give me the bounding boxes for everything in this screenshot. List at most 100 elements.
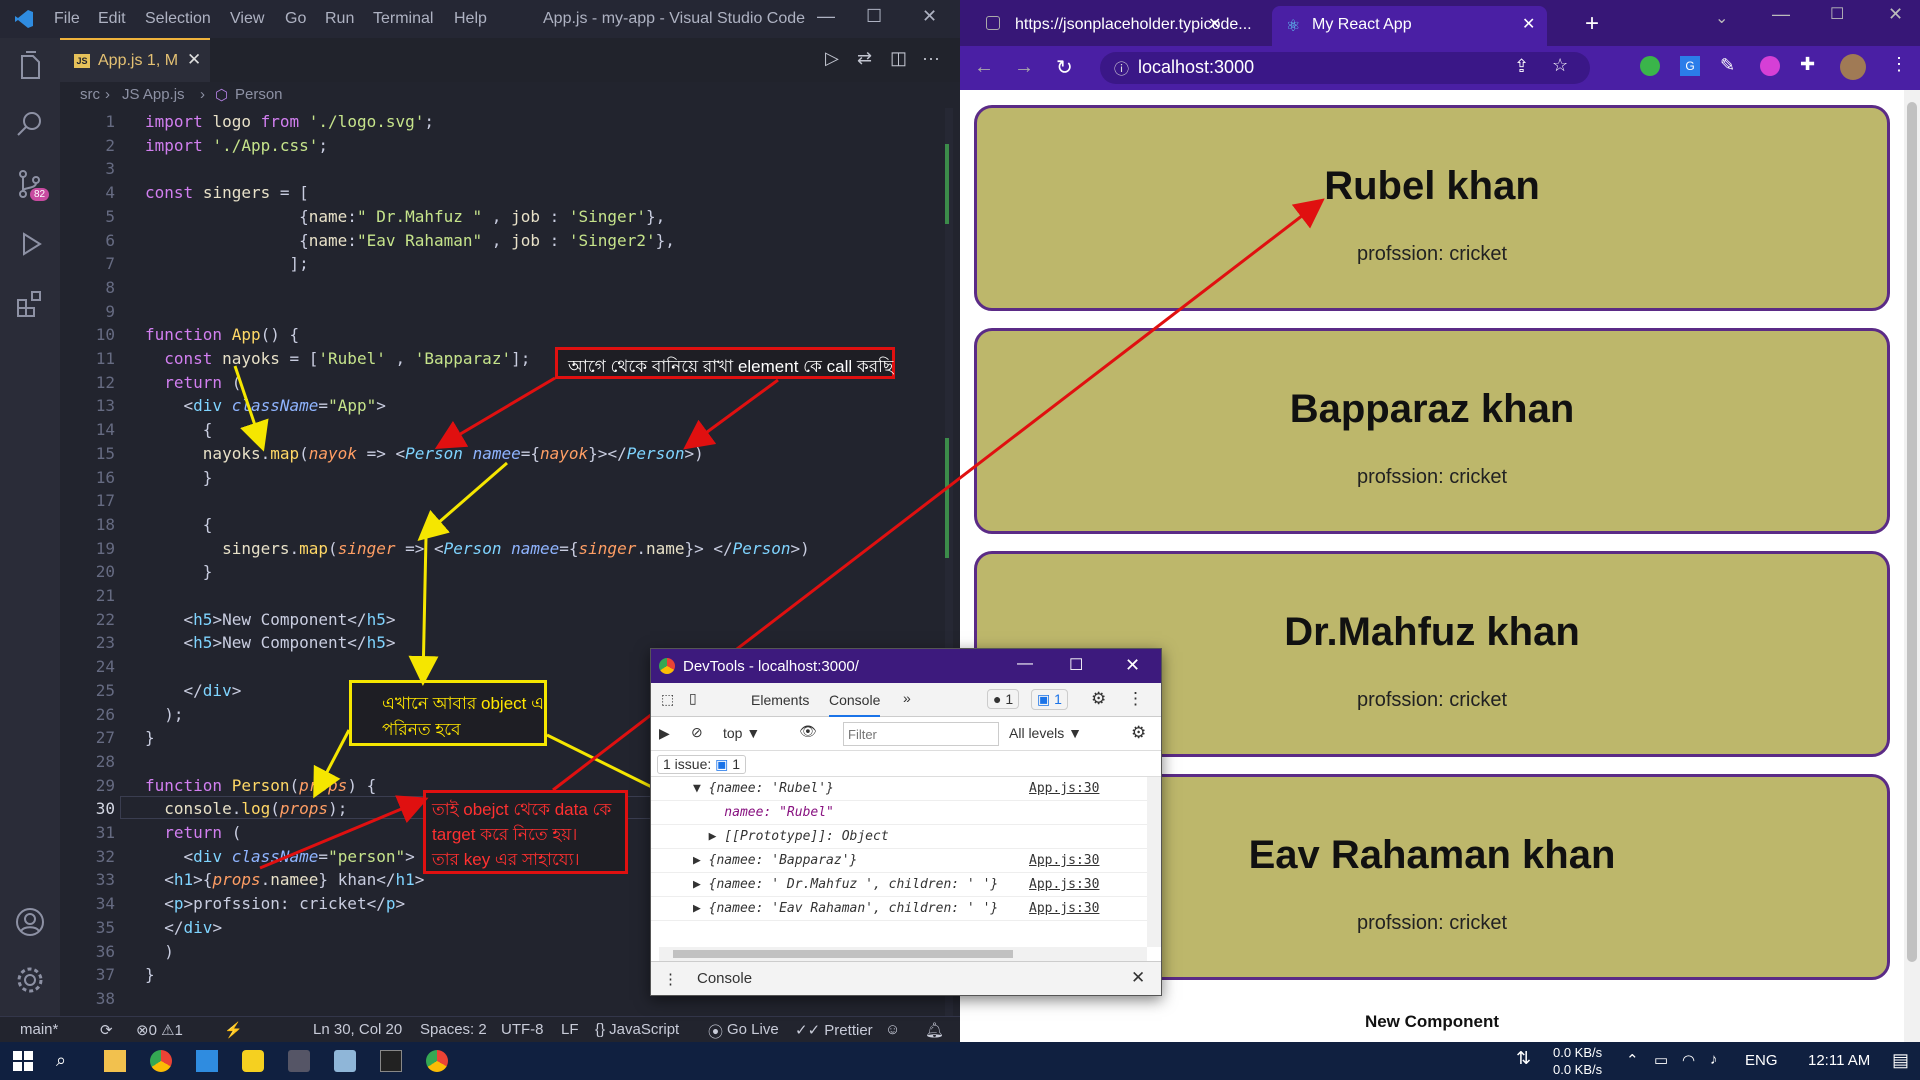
reload-icon[interactable]: ↻ <box>1056 55 1073 80</box>
notification-center-icon[interactable]: ▤ <box>1892 1050 1909 1071</box>
explorer-icon[interactable] <box>14 50 46 82</box>
wifi-icon[interactable]: ◠ <box>1682 1051 1695 1069</box>
translate-extension-icon[interactable]: G <box>1680 56 1700 76</box>
browser-tab-jsonplaceholder[interactable]: https://jsonplaceholder.typicode... ✕ <box>980 6 1252 46</box>
notepad-icon[interactable] <box>334 1050 356 1072</box>
calculator-icon[interactable] <box>288 1050 310 1072</box>
clear-console-icon[interactable]: ⊘ <box>691 724 703 741</box>
drawer-menu-icon[interactable]: ⋮ <box>663 970 678 988</box>
clock[interactable]: 12:11 AM <box>1808 1052 1870 1069</box>
terminal-icon[interactable] <box>380 1050 402 1072</box>
breadcrumb-symbol[interactable]: Person <box>235 86 283 103</box>
menu-go[interactable]: Go <box>285 10 306 28</box>
close-window-icon[interactable]: ✕ <box>1888 4 1903 25</box>
console-log-row[interactable]: ▼ {namee: 'Rubel'} App.js:30 <box>651 777 1147 801</box>
menu-help[interactable]: Help <box>454 10 487 28</box>
console-filter-input[interactable] <box>843 722 999 746</box>
site-info-icon[interactable]: ⓘ <box>1114 58 1129 79</box>
forward-arrow-icon[interactable]: → <box>1014 56 1034 79</box>
sticky-notes-icon[interactable] <box>242 1050 264 1072</box>
tab-elements[interactable]: Elements <box>751 692 809 708</box>
menu-view[interactable]: View <box>230 10 264 28</box>
vscode-taskbar-icon[interactable] <box>196 1050 218 1072</box>
run-file-icon[interactable]: ▷ <box>825 48 839 69</box>
feedback-icon[interactable]: ☺ <box>885 1021 900 1038</box>
notifications-bell-icon[interactable]: 🔔︎ <box>925 1021 944 1039</box>
browser-tab-my-react-app[interactable]: ⚛ My React App ✕ <box>1272 6 1547 46</box>
log-levels-select[interactable]: All levels ▼ <box>1009 725 1082 741</box>
volume-icon[interactable]: ♪ <box>1710 1051 1718 1068</box>
menu-terminal[interactable]: Terminal <box>373 10 433 28</box>
maximize-icon[interactable]: ☐ <box>866 6 882 27</box>
drawer-console-tab[interactable]: Console <box>697 970 752 987</box>
extension-color-icon[interactable] <box>1640 56 1660 76</box>
minimize-icon[interactable]: — <box>1017 655 1033 673</box>
file-explorer-icon[interactable] <box>104 1050 126 1072</box>
scrollbar-thumb[interactable] <box>1907 102 1917 962</box>
page-scrollbar[interactable] <box>1904 90 1920 1042</box>
new-tab-icon[interactable]: + <box>1585 10 1599 38</box>
chrome-menu-icon[interactable]: ⋮ <box>1890 54 1908 75</box>
console-log-row[interactable]: ▶ {namee: 'Eav Rahaman', children: ' '} A… <box>651 897 1147 921</box>
console-log-source-link[interactable]: App.js:30 <box>1029 853 1099 868</box>
menu-edit[interactable]: Edit <box>98 10 126 28</box>
console-settings-icon[interactable]: ⚙ <box>1131 723 1146 743</box>
problems-count[interactable]: ⊗0 ⚠1 <box>136 1021 183 1039</box>
more-tabs-icon[interactable]: » <box>903 690 911 706</box>
windows-start-icon[interactable] <box>12 1050 34 1072</box>
tray-chevron-up-icon[interactable]: ⌃ <box>1626 1051 1639 1069</box>
profile-avatar[interactable] <box>1840 54 1866 80</box>
prettier-button[interactable]: ✓✓ Prettier <box>795 1021 873 1039</box>
end-of-line[interactable]: LF <box>561 1021 579 1038</box>
context-select[interactable]: top ▼ <box>723 725 760 741</box>
search-icon[interactable]: ⌕ <box>56 1050 78 1072</box>
encoding[interactable]: UTF-8 <box>501 1021 544 1038</box>
close-tab-icon[interactable]: ✕ <box>1208 14 1221 34</box>
address-bar[interactable]: ⓘ localhost:3000 ⇪ ☆ <box>1100 52 1590 84</box>
sidebar-toggle-icon[interactable]: ▶︎ <box>659 725 670 742</box>
bookmark-star-icon[interactable]: ☆ <box>1552 55 1568 76</box>
breadcrumb-src[interactable]: src <box>80 86 100 103</box>
settings-gear-icon[interactable]: ⚙ <box>1091 689 1106 709</box>
breadcrumb-file[interactable]: JS App.js <box>122 86 185 103</box>
console-log-row[interactable]: namee: "Rubel" <box>651 801 1147 825</box>
tab-console[interactable]: Console <box>829 692 881 717</box>
console-log-row[interactable]: ▶ {namee: ' Dr.Mahfuz ', children: ' '} A… <box>651 873 1147 897</box>
feather-extension-icon[interactable]: ✎ <box>1720 55 1735 76</box>
minimize-icon[interactable]: — <box>817 6 835 27</box>
extensions-puzzle-icon[interactable]: ✚ <box>1800 54 1815 75</box>
close-drawer-icon[interactable]: ✕ <box>1131 968 1145 988</box>
lightning-icon[interactable]: ⚡ <box>224 1021 243 1039</box>
console-scrollbar[interactable] <box>1147 777 1161 947</box>
issues-button[interactable]: 1 issue: ▣ 1 <box>657 755 747 774</box>
sync-icon[interactable]: ⟳ <box>100 1021 113 1039</box>
indent-spaces[interactable]: Spaces: 2 <box>420 1021 487 1038</box>
chrome-icon[interactable] <box>150 1050 172 1072</box>
settings-gear-icon[interactable] <box>14 964 46 996</box>
extensions-icon[interactable] <box>14 288 46 320</box>
close-window-icon[interactable]: ✕ <box>922 6 937 27</box>
chrome-devtools-icon[interactable] <box>426 1050 448 1072</box>
close-window-icon[interactable]: ✕ <box>1125 655 1140 676</box>
console-log-row[interactable]: ▶ {namee: 'Bapparaz'} App.js:30 <box>651 849 1147 873</box>
menu-run[interactable]: Run <box>325 10 354 28</box>
error-count-badge[interactable]: ● 1 <box>987 689 1020 709</box>
source-control-icon[interactable]: 82 <box>14 168 50 201</box>
console-hscroll[interactable] <box>659 947 1147 961</box>
language-mode[interactable]: {} JavaScript <box>595 1021 679 1038</box>
split-editor-icon[interactable]: ◫ <box>890 48 907 69</box>
menu-selection[interactable]: Selection <box>145 10 211 28</box>
console-log-source-link[interactable]: App.js:30 <box>1029 781 1099 796</box>
accounts-icon[interactable] <box>14 906 46 938</box>
more-actions-icon[interactable]: ··· <box>922 48 940 69</box>
live-expression-eye-icon[interactable]: 👁︎ <box>799 723 817 740</box>
maximize-icon[interactable]: ☐ <box>1830 4 1844 24</box>
device-toolbar-icon[interactable]: ▯ <box>689 690 697 707</box>
go-live-button[interactable]: Go Live <box>727 1021 779 1038</box>
close-tab-icon[interactable]: ✕ <box>1522 14 1535 34</box>
menu-file[interactable]: File <box>54 10 80 28</box>
console-log-source-link[interactable]: App.js:30 <box>1029 901 1099 916</box>
language-indicator[interactable]: ENG <box>1745 1052 1778 1069</box>
maximize-icon[interactable]: ☐ <box>1069 655 1083 675</box>
share-icon[interactable]: ⇪ <box>1514 56 1529 77</box>
